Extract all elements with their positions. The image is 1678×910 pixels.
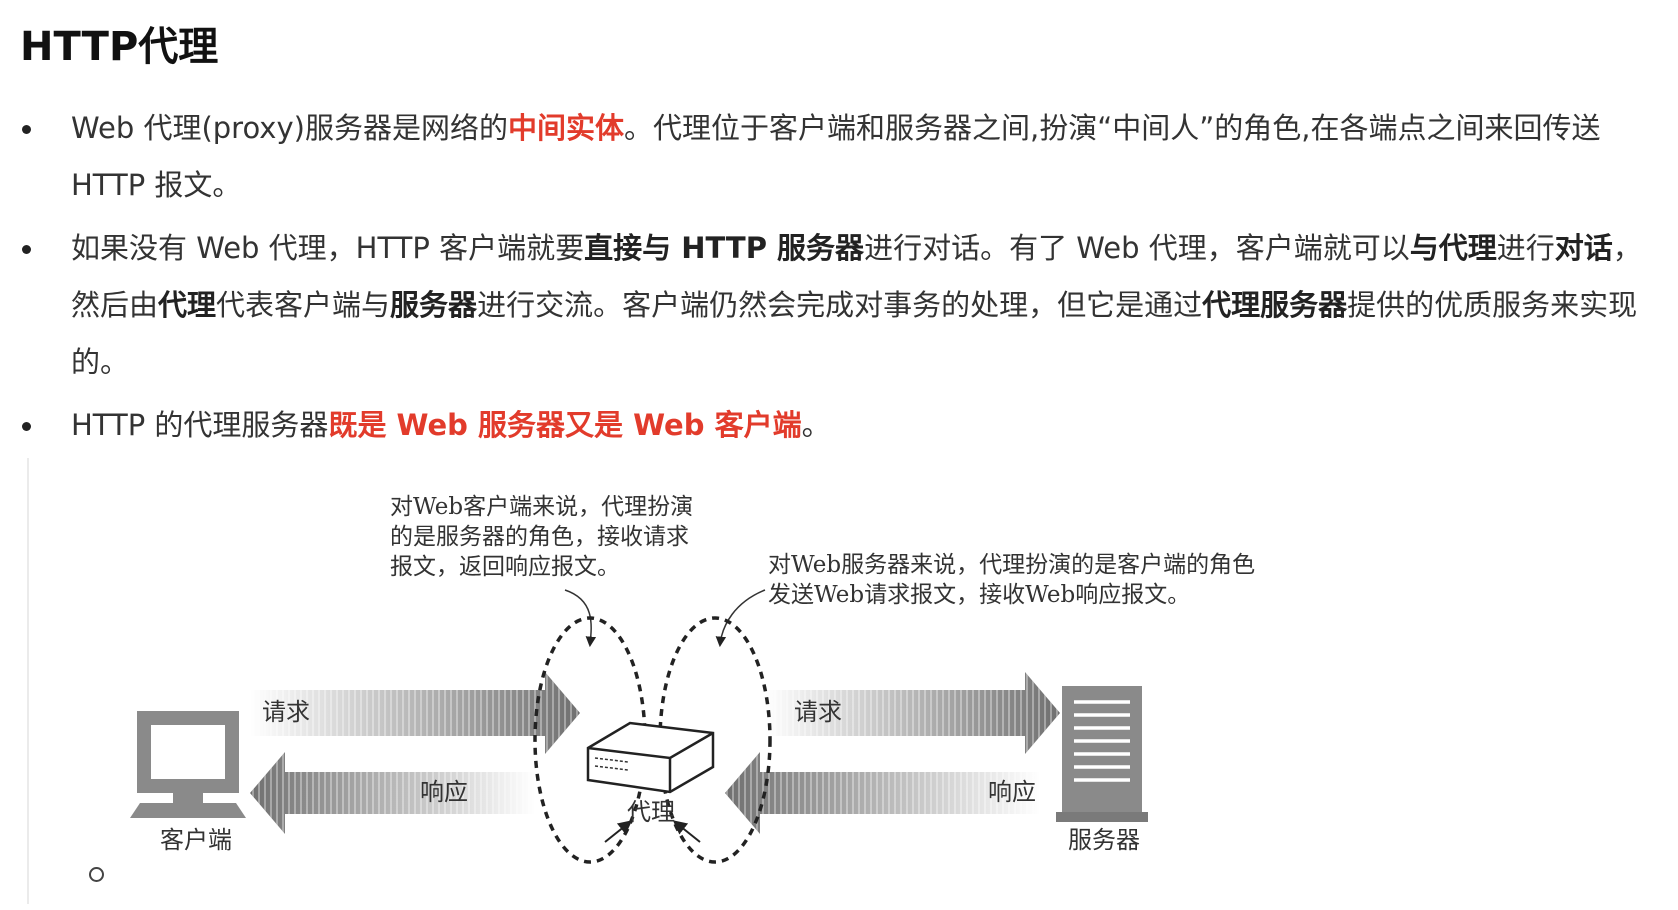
server-tower-icon [1056, 686, 1148, 822]
server-side-note: 对Web服务器来说，代理扮演的是客户端的角色 发送Web请求报文，接收Web响应… [768, 552, 1262, 608]
proxy-label: 代理 [627, 798, 675, 826]
left-response-arrow [250, 752, 535, 834]
left-response-label: 响应 [420, 778, 468, 806]
sub-bullet-marker [89, 867, 104, 882]
client-side-note: 对Web客户端来说，代理扮演 的是服务器的角色，接收请求 报文，返回响应报文。 [390, 494, 700, 580]
right-response-label: 响应 [988, 778, 1036, 806]
proxy-device-icon [586, 721, 715, 794]
right-request-label: 请求 [794, 698, 842, 726]
server-loop-arrowhead [672, 820, 701, 843]
left-request-label: 请求 [262, 698, 310, 726]
client-label: 客户端 [160, 826, 232, 854]
proxy-diagram: 对Web客户端来说，代理扮演 的是服务器的角色，接收请求 报文，返回响应报文。 … [130, 494, 1262, 864]
server-label: 服务器 [1068, 826, 1140, 854]
server-note-pointer [715, 589, 766, 648]
client-computer-icon [130, 711, 246, 818]
